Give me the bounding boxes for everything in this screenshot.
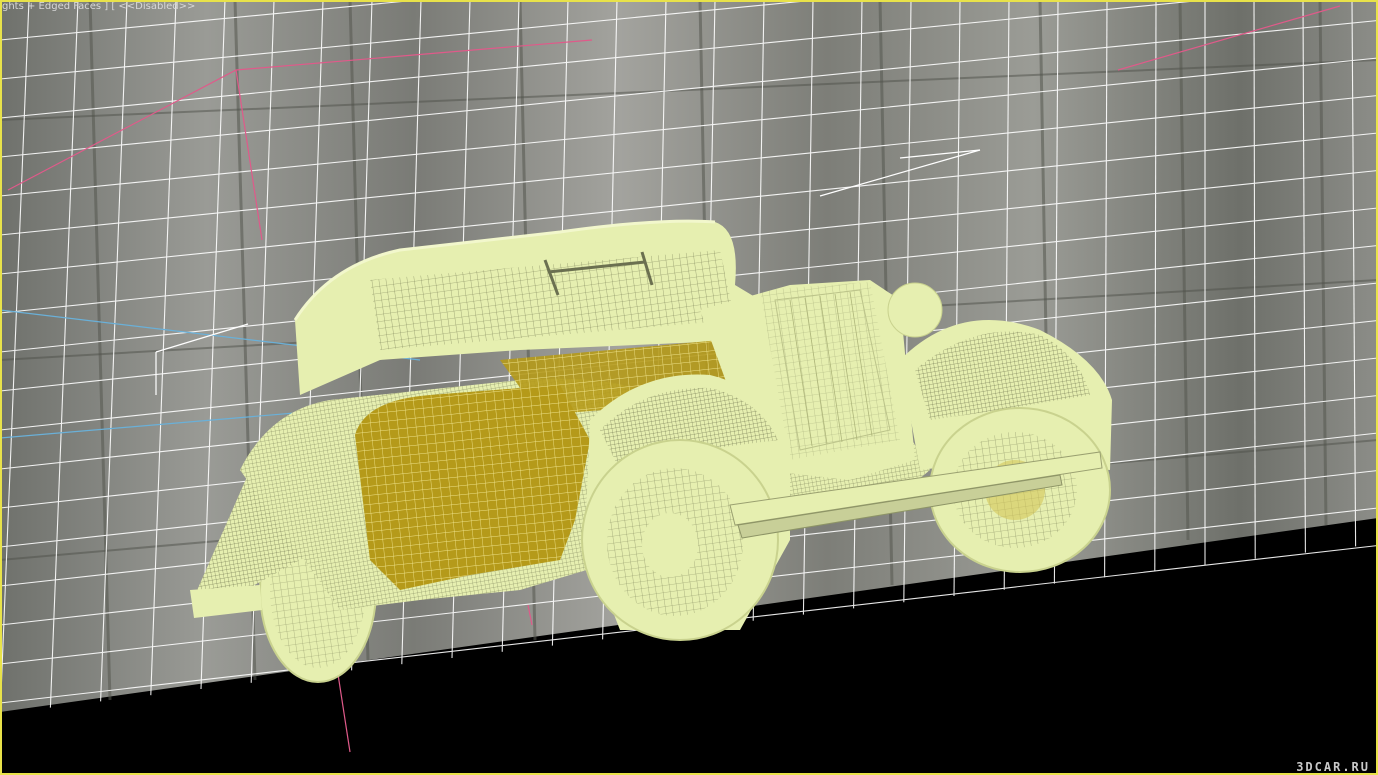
viewport-scene[interactable] xyxy=(0,0,1378,775)
viewport-label[interactable]: ghts + Edged Faces ] [ <<Disabled>> xyxy=(2,1,195,12)
shading-mode-label[interactable]: ghts + Edged Faces xyxy=(2,1,101,12)
perspective-viewport[interactable]: ghts + Edged Faces ] [ <<Disabled>> 3DCA… xyxy=(0,0,1378,775)
label-separator: ] [ xyxy=(101,1,119,12)
watermark-logo: 3DCAR.RU xyxy=(1296,760,1370,774)
lighting-state-label[interactable]: <<Disabled>> xyxy=(118,1,195,12)
